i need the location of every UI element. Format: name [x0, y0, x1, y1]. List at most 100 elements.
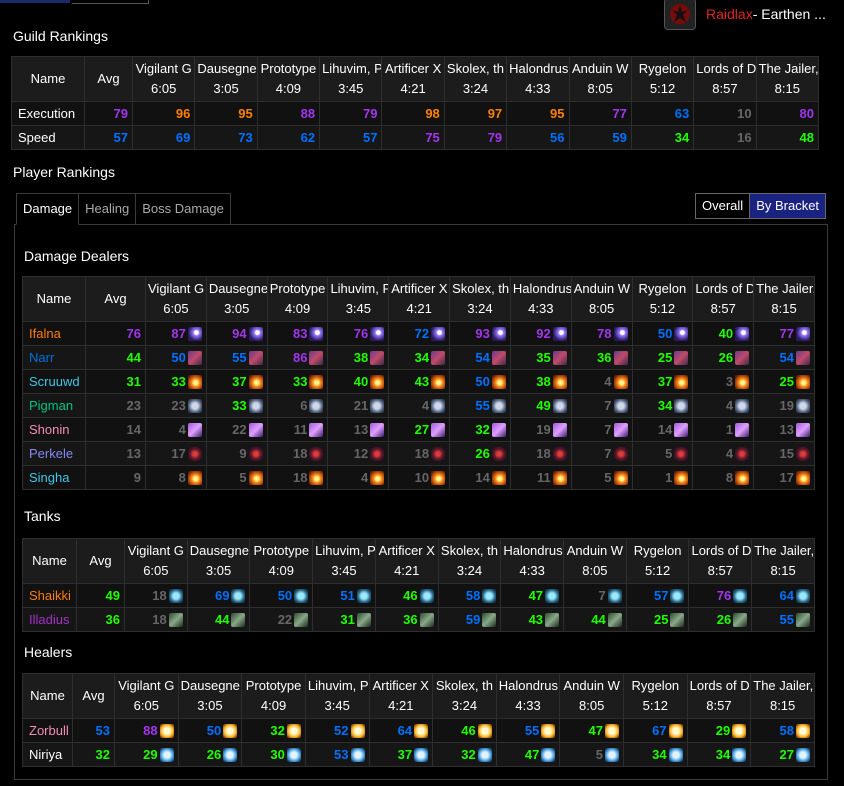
- parse-cell[interactable]: 8: [692, 465, 755, 490]
- parse-cell[interactable]: 7: [570, 417, 633, 442]
- parse-cell[interactable]: 44: [186, 607, 251, 632]
- parse-cell[interactable]: 49: [509, 393, 572, 418]
- boss-column-header[interactable]: Anduin W 8:05: [568, 56, 632, 102]
- parse-cell[interactable]: 72: [388, 321, 451, 346]
- top-tab[interactable]: [72, 0, 149, 4]
- row-name[interactable]: Niriya: [22, 742, 73, 767]
- parse-cell[interactable]: 3: [692, 369, 755, 394]
- parse-cell[interactable]: 4: [388, 393, 451, 418]
- parse-cell[interactable]: 19: [753, 393, 815, 418]
- parse-cell[interactable]: 50: [145, 345, 207, 370]
- parse-cell[interactable]: 34: [388, 345, 451, 370]
- tab-healing[interactable]: Healing: [78, 193, 137, 224]
- parse-cell[interactable]: 31: [312, 607, 376, 632]
- boss-column-header[interactable]: Dausegne 3:05: [186, 538, 251, 584]
- parse-cell[interactable]: 53: [304, 742, 370, 767]
- parse-cell[interactable]: 13: [327, 417, 390, 442]
- parse-cell[interactable]: 40: [327, 369, 390, 394]
- parse-cell[interactable]: 55: [495, 718, 561, 743]
- parse-cell[interactable]: 38: [327, 345, 390, 370]
- parse-cell[interactable]: 88: [114, 718, 179, 743]
- parse-cell[interactable]: 34: [686, 742, 752, 767]
- boss-column-header[interactable]: Halondrus 4:33: [506, 56, 570, 102]
- boss-column-header[interactable]: Anduin W 8:05: [559, 673, 624, 719]
- parse-cell[interactable]: 87: [145, 321, 207, 346]
- parse-cell[interactable]: 33: [205, 393, 268, 418]
- parse-cell[interactable]: 14: [449, 465, 511, 490]
- boss-column-header[interactable]: Halondrus 4:33: [500, 538, 565, 584]
- boss-column-header[interactable]: Artificer X 4:21: [388, 276, 451, 322]
- parse-cell[interactable]: 43: [388, 369, 451, 394]
- parse-cell[interactable]: 40: [692, 321, 755, 346]
- boss-column-header[interactable]: The Jailer, 8:15: [755, 56, 820, 102]
- tab-boss-damage[interactable]: Boss Damage: [135, 193, 231, 224]
- boss-column-header[interactable]: Rygelon 5:12: [623, 673, 688, 719]
- avg-column-header[interactable]: Avg: [72, 673, 115, 719]
- boss-column-header[interactable]: Dausegne 3:05: [194, 56, 258, 102]
- parse-cell[interactable]: 26: [177, 742, 243, 767]
- boss-column-header[interactable]: Skolex, th 3:24: [432, 673, 497, 719]
- boss-column-header[interactable]: Dausegne 3:05: [177, 673, 243, 719]
- parse-cell[interactable]: 10: [388, 465, 451, 490]
- parse-cell[interactable]: 50: [449, 369, 511, 394]
- parse-cell[interactable]: 83: [266, 321, 329, 346]
- parse-cell[interactable]: 55: [449, 393, 511, 418]
- parse-cell[interactable]: 29: [686, 718, 752, 743]
- parse-cell[interactable]: 38: [509, 369, 572, 394]
- parse-cell[interactable]: 37: [368, 742, 434, 767]
- parse-cell[interactable]: 1: [692, 417, 755, 442]
- boss-column-header[interactable]: Halondrus 4:33: [495, 673, 561, 719]
- guild-name[interactable]: Raidlax: [706, 6, 753, 22]
- parse-cell[interactable]: 22: [205, 417, 268, 442]
- boss-column-header[interactable]: Halondrus 4:33: [509, 276, 572, 322]
- parse-cell[interactable]: 50: [631, 321, 694, 346]
- boss-column-header[interactable]: Lords of D 8:57: [688, 538, 753, 584]
- parse-cell[interactable]: 4: [145, 417, 207, 442]
- parse-cell[interactable]: 37: [631, 369, 694, 394]
- parse-cell[interactable]: 93: [449, 321, 511, 346]
- boss-column-header[interactable]: Vigilant G 6:05: [145, 276, 207, 322]
- boss-column-header[interactable]: Prototype 4:09: [249, 538, 314, 584]
- boss-column-header[interactable]: Lords of D 8:57: [693, 56, 757, 102]
- parse-cell[interactable]: 25: [631, 345, 694, 370]
- parse-cell[interactable]: 26: [449, 441, 511, 466]
- parse-cell[interactable]: 23: [145, 393, 207, 418]
- parse-cell[interactable]: 76: [688, 583, 753, 608]
- top-tab-selected[interactable]: [0, 0, 70, 3]
- parse-cell[interactable]: 35: [509, 345, 572, 370]
- name-column-header[interactable]: Name: [22, 673, 73, 719]
- overall-button[interactable]: Overall: [696, 194, 750, 218]
- boss-column-header[interactable]: Rygelon 5:12: [631, 276, 694, 322]
- parse-cell[interactable]: 54: [449, 345, 511, 370]
- boss-column-header[interactable]: Vigilant G 6:05: [131, 56, 196, 102]
- parse-cell[interactable]: 46: [374, 583, 439, 608]
- parse-cell[interactable]: 47: [500, 583, 565, 608]
- boss-column-header[interactable]: Anduin W 8:05: [563, 538, 627, 584]
- boss-column-header[interactable]: Rygelon 5:12: [625, 538, 690, 584]
- row-name[interactable]: Pigman: [22, 393, 86, 418]
- parse-cell[interactable]: 58: [437, 583, 502, 608]
- boss-column-header[interactable]: The Jailer, 8:15: [750, 673, 815, 719]
- parse-cell[interactable]: 77: [753, 321, 815, 346]
- row-name[interactable]: Narr: [22, 345, 86, 370]
- by-bracket-button[interactable]: By Bracket: [749, 194, 826, 218]
- parse-cell[interactable]: 14: [631, 417, 694, 442]
- parse-cell[interactable]: 9: [205, 441, 268, 466]
- boss-column-header[interactable]: Prototype 4:09: [256, 56, 321, 102]
- row-name[interactable]: Scruuwd: [22, 369, 86, 394]
- parse-cell[interactable]: 6: [266, 393, 329, 418]
- boss-column-header[interactable]: Skolex, th 3:24: [443, 56, 508, 102]
- row-name[interactable]: Zorbull: [22, 718, 73, 743]
- parse-cell[interactable]: 15: [753, 441, 815, 466]
- boss-column-header[interactable]: The Jailer, 8:15: [751, 538, 815, 584]
- parse-cell[interactable]: 67: [623, 718, 688, 743]
- row-name[interactable]: Perkele: [22, 441, 86, 466]
- avg-column-header[interactable]: Avg: [84, 56, 133, 102]
- avg-column-header[interactable]: Avg: [85, 276, 146, 322]
- parse-cell[interactable]: 4: [692, 393, 755, 418]
- parse-cell[interactable]: 11: [266, 417, 329, 442]
- boss-column-header[interactable]: Anduin W 8:05: [570, 276, 633, 322]
- parse-cell[interactable]: 4: [570, 369, 633, 394]
- parse-cell[interactable]: 92: [509, 321, 572, 346]
- parse-cell[interactable]: 51: [312, 583, 376, 608]
